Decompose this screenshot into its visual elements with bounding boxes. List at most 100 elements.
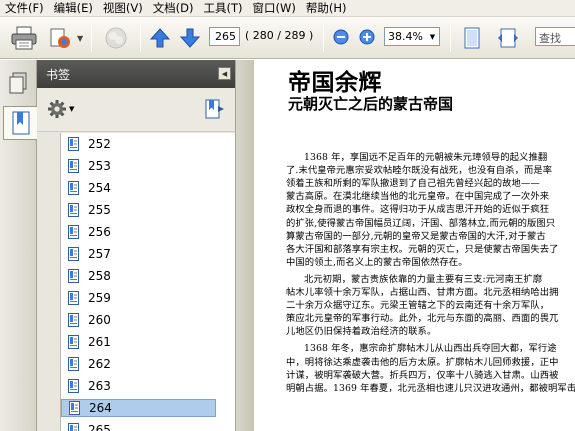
panel-splitter[interactable] bbox=[235, 60, 254, 431]
bookmark-label: 260 bbox=[88, 313, 111, 327]
panel-title: 书签 bbox=[46, 68, 71, 82]
bookmark-label: 263 bbox=[88, 379, 111, 393]
document-text-line: 明朝占据。1369 年春夏，北元丞相也速儿只汉进攻通州，都被明军击 bbox=[286, 382, 575, 394]
bookmark-item[interactable]: 264 bbox=[61, 399, 216, 417]
fit-width-icon bbox=[498, 28, 518, 48]
bookmarks-panel: 书签 ◀ ▼ 252 253 254 255 256 257 258 259 2… bbox=[37, 60, 235, 431]
bookmark-item[interactable]: 258 bbox=[61, 267, 216, 285]
print-button[interactable] bbox=[9, 23, 39, 53]
zoom-level-value: 38.4% bbox=[388, 30, 423, 43]
bookmark-item[interactable]: 256 bbox=[61, 223, 216, 241]
arrow-up-icon bbox=[150, 28, 170, 48]
document-text-line: 中，明将徐达乘虚袭击他的后方太原。扩廓帖木儿回师救援，正中 bbox=[286, 356, 559, 368]
bookmark-icon bbox=[69, 401, 80, 415]
menu-edit[interactable]: 编辑(E) bbox=[52, 0, 101, 17]
document-text-line: 各大汗国和部落享有宗主权。元朝的灭亡，只是使蒙古帝国失去了 bbox=[286, 243, 559, 255]
document-text-line: 的扩张,使得蒙古帝国幅员辽阔，汗国、部落林立,而元朝的版图只 bbox=[286, 217, 556, 229]
bookmark-label: 259 bbox=[88, 291, 111, 305]
menu-window[interactable]: 窗口(W) bbox=[251, 0, 304, 17]
bookmark-label: 258 bbox=[88, 269, 111, 283]
document-text-line: 二十余万众据守辽东。元梁王管辖之下的云南还有十余万军队， bbox=[286, 300, 550, 312]
new-bookmark-button[interactable] bbox=[203, 98, 225, 123]
bookmark-item[interactable]: 257 bbox=[61, 245, 216, 263]
collaborate-icon bbox=[105, 27, 127, 49]
document-view: 帝国余辉 元朝灭亡之后的蒙古帝国 1368 年，享国远不足百年的元朝被朱元璋领导… bbox=[254, 60, 575, 431]
fit-page-button[interactable] bbox=[461, 26, 483, 50]
document-text-line: 帖木儿率领十余万军队，占据山西、甘肃方面。北元丞相纳哈出拥 bbox=[286, 287, 559, 298]
options-button[interactable] bbox=[47, 99, 67, 122]
document-text-line: 中国的领土,而名义上的蒙古帝国依然存在。 bbox=[286, 256, 468, 268]
bookmark-label: 256 bbox=[88, 225, 111, 239]
bookmark-item[interactable]: 260 bbox=[61, 311, 216, 329]
bookmark-label: 255 bbox=[88, 203, 111, 217]
chapter-subtitle: 元朝灭亡之后的蒙古帝国 bbox=[288, 95, 454, 113]
bookmarks-panel-button[interactable] bbox=[3, 106, 37, 140]
bookmark-panel-icon bbox=[12, 111, 29, 135]
panel-toolbar: ▼ bbox=[37, 88, 235, 132]
document-text-line: 北元初期，蒙古贵族依靠的力量主要有三支:元河南王扩廓 bbox=[304, 273, 543, 285]
document-text-line: 1368 年，享国远不足百年的元朝被朱元璋领导的起义推翻 bbox=[304, 152, 548, 163]
collapse-panel-button[interactable]: ◀ bbox=[218, 67, 231, 80]
bookmark-item[interactable]: 252 bbox=[61, 135, 216, 153]
bookmark-item[interactable]: 259 bbox=[61, 289, 216, 307]
bookmark-label: 257 bbox=[88, 247, 111, 261]
zoom-dropdown-icon[interactable]: ▼ bbox=[426, 28, 439, 45]
document-text-line: 领着王族和所剩的军队撤退到了自己祖先曾经兴起的故地—— bbox=[286, 178, 540, 190]
bookmark-item[interactable]: 262 bbox=[61, 355, 216, 373]
bookmark-icon bbox=[68, 357, 79, 371]
bookmark-icon bbox=[68, 423, 79, 431]
document-text-line: 儿地区仍旧保持着政治经济的联系。 bbox=[286, 326, 437, 338]
fit-width-button[interactable] bbox=[496, 26, 520, 50]
bookmark-label: 261 bbox=[88, 335, 111, 349]
zoom-out-button[interactable] bbox=[332, 28, 350, 46]
toolbar: ▼ 265 ( 280 / 289 ) 38.4% ▼ 查找 bbox=[0, 17, 575, 59]
chapter-title: 帝国余辉 bbox=[288, 69, 382, 96]
attach-dropdown-icon[interactable]: ▼ bbox=[77, 34, 83, 43]
bookmark-label: 265 bbox=[88, 423, 111, 431]
bookmark-item[interactable]: 265 bbox=[61, 421, 216, 431]
bookmark-item[interactable]: 261 bbox=[61, 333, 216, 351]
bookmark-item[interactable]: 255 bbox=[61, 201, 216, 219]
panel-header: 书签 ◀ bbox=[37, 60, 235, 88]
page-count: ( 280 / 289 ) bbox=[245, 29, 314, 42]
page-number-input[interactable]: 265 bbox=[209, 27, 240, 46]
pages-panel-button[interactable] bbox=[3, 66, 33, 100]
document-text-line: 了.末代皇帝元惠宗妥欢帖睦尔既没有战死，也没有自杀，而是率 bbox=[286, 165, 553, 177]
bookmark-label: 253 bbox=[88, 159, 111, 173]
printer-icon bbox=[11, 26, 37, 50]
bookmark-item[interactable]: 253 bbox=[61, 157, 216, 175]
bookmark-icon bbox=[68, 181, 79, 195]
bookmark-icon bbox=[68, 137, 79, 151]
bookmark-icon bbox=[68, 269, 79, 283]
zoom-in-button[interactable] bbox=[358, 28, 376, 46]
attach-button[interactable] bbox=[48, 24, 74, 52]
bookmark-icon bbox=[68, 159, 79, 173]
zoom-out-icon bbox=[333, 29, 349, 45]
menu-view[interactable]: 视图(V) bbox=[101, 0, 151, 17]
pages-icon bbox=[9, 72, 27, 94]
options-dropdown-icon[interactable]: ▼ bbox=[69, 105, 74, 113]
bookmark-item[interactable]: 254 bbox=[61, 179, 216, 197]
document-text-line: 蒙古高原。在漠北继续当他的北元皇帝。在中国完成了一次外来 bbox=[286, 191, 550, 203]
menu-file[interactable]: 文件(F) bbox=[3, 0, 52, 17]
menu-help[interactable]: 帮助(H) bbox=[304, 0, 355, 17]
new-bookmark-icon bbox=[205, 99, 224, 119]
search-input[interactable]: 查找 bbox=[535, 27, 575, 46]
bookmark-icon bbox=[68, 247, 79, 261]
previous-page-button[interactable] bbox=[149, 26, 171, 50]
zoom-level-select[interactable]: 38.4% ▼ bbox=[384, 27, 440, 46]
bookmark-icon bbox=[68, 203, 79, 217]
document-text-line: 策应北元皇帝的军事行动。此外，北元与东面的高丽、西面的畏兀 bbox=[286, 313, 559, 325]
collaborate-button[interactable] bbox=[101, 23, 131, 53]
next-page-button[interactable] bbox=[179, 26, 201, 50]
menu-document[interactable]: 文档(D) bbox=[151, 0, 202, 17]
document-text-line: 算蒙古帝国的一部分,元朝的皇帝又是蒙古帝国的大汗,对于蒙古 bbox=[286, 230, 546, 242]
menu-tools[interactable]: 工具(T) bbox=[202, 0, 251, 17]
bookmark-label: 254 bbox=[88, 181, 111, 195]
bookmark-label: 252 bbox=[88, 137, 111, 151]
bookmark-icon bbox=[68, 313, 79, 327]
bookmark-icon bbox=[68, 291, 79, 305]
bookmark-icon bbox=[68, 379, 79, 393]
bookmark-item[interactable]: 263 bbox=[61, 377, 216, 395]
document-text-line: 1368 年冬，惠宗命扩廓帖木儿从山西出兵夺回大都，军行途 bbox=[304, 343, 557, 355]
